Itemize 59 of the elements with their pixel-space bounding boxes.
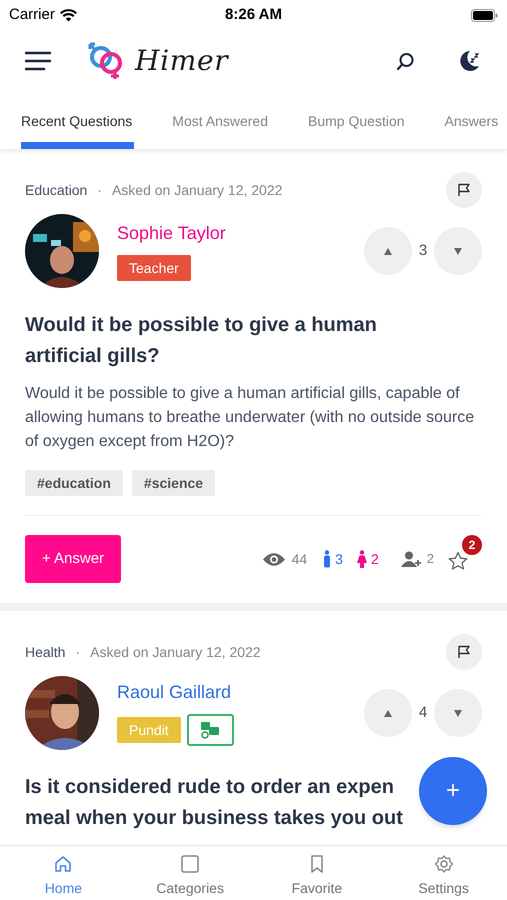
follower-count: 2 (426, 550, 434, 568)
question-title[interactable]: Is it considered rude to order an expen (25, 772, 394, 803)
male-icon (323, 550, 332, 568)
male-count: 3 (335, 550, 343, 568)
answer-button[interactable]: + Answer (25, 535, 121, 583)
question-title[interactable]: artificial gills? (25, 341, 160, 372)
favorite-count-badge: 2 (462, 535, 482, 555)
separator-dot: · (97, 180, 102, 200)
tab[interactable]: Bump Question (308, 92, 405, 149)
tag-chip[interactable]: #education (25, 470, 123, 496)
nav-tab[interactable]: Settings (380, 854, 507, 899)
settings-icon (434, 854, 454, 874)
favorite-button[interactable]: 2 (448, 535, 482, 571)
author-name[interactable]: Sophie Taylor (117, 221, 226, 245)
female-icon (356, 550, 367, 568)
search-icon (396, 52, 414, 70)
up-triangle-icon (384, 710, 392, 716)
eye-icon (262, 552, 286, 566)
tag-chip[interactable]: #science (132, 470, 216, 496)
chat-bubbles-icon (200, 721, 220, 739)
category-label: Health (25, 642, 66, 662)
carrier-name: Carrier (9, 4, 55, 25)
question-title[interactable]: meal when your business takes you out (25, 803, 403, 834)
author-name[interactable]: Raoul Gaillard (117, 680, 234, 704)
question-title[interactable]: Would it be possible to give a human (25, 310, 377, 341)
person-plus-icon (400, 551, 423, 567)
nav-tab[interactable]: Home (0, 854, 127, 899)
square-icon (180, 854, 200, 874)
tab[interactable]: Answers (444, 92, 498, 149)
app-name: Himer (135, 43, 228, 79)
nav-tab[interactable]: Categories (126, 854, 254, 899)
report-button[interactable] (446, 634, 482, 670)
role-badge: Teacher (117, 255, 191, 281)
vote-count: 3 (418, 240, 428, 261)
question-body: Would it be possible to give a human artificial gills, capable of allowing humans to breathe underwater (with no outside source of oxygen except from H2O)? (25, 384, 476, 452)
down-triangle-icon (454, 248, 462, 254)
view-count: 44 (292, 550, 308, 568)
tab[interactable]: Recent Questions (21, 92, 132, 149)
wifi-icon (60, 8, 77, 22)
search-button[interactable] (394, 50, 416, 72)
flag-icon (457, 183, 471, 197)
asked-date: Asked on January 12, 2022 (90, 642, 261, 662)
home-icon (53, 854, 74, 874)
nav-tab[interactable]: Favorite (254, 854, 380, 899)
separator-dot: · (75, 642, 80, 662)
report-button[interactable] (446, 172, 482, 208)
tab[interactable]: Most Answered (172, 92, 268, 149)
menu-icon (25, 51, 51, 71)
clock-time: 8:26 AM (225, 4, 282, 25)
asked-date: Asked on January 12, 2022 (112, 180, 282, 200)
up-triangle-icon (384, 248, 392, 254)
vote-count: 4 (418, 702, 428, 723)
role-badge: Pundit (117, 717, 181, 743)
female-count: 2 (370, 550, 379, 568)
category-label: Education (25, 180, 88, 200)
flag-icon (457, 645, 471, 659)
down-triangle-icon (454, 710, 462, 716)
battery-icon (471, 8, 498, 22)
star-icon (448, 551, 468, 571)
